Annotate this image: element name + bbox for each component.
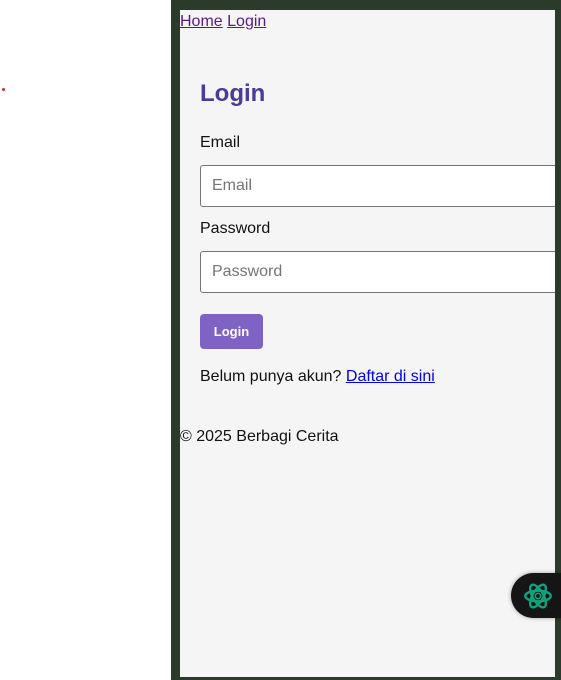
top-nav: Home Login [180, 12, 266, 31]
register-prompt-text: Belum punya akun? [200, 368, 342, 385]
nav-link-login[interactable]: Login [227, 13, 266, 30]
password-field[interactable] [200, 251, 555, 293]
register-link[interactable]: Daftar di sini [346, 368, 435, 385]
assistant-floating-button[interactable] [511, 573, 561, 618]
nav-link-home[interactable]: Home [180, 13, 223, 30]
login-button[interactable]: Login [200, 314, 263, 349]
page-title: Login [200, 80, 266, 107]
email-label: Email [200, 134, 241, 151]
app-page: Home Login Login Email Password Login Be… [180, 10, 555, 677]
ai-assistant-icon [524, 583, 552, 609]
password-label: Password [200, 220, 271, 237]
register-prompt-line: Belum punya akun? Daftar di sini [200, 367, 435, 386]
email-field[interactable] [200, 165, 555, 207]
footer-copyright: © 2025 Berbagi Cerita [180, 428, 339, 445]
red-dot-marker [2, 88, 5, 91]
